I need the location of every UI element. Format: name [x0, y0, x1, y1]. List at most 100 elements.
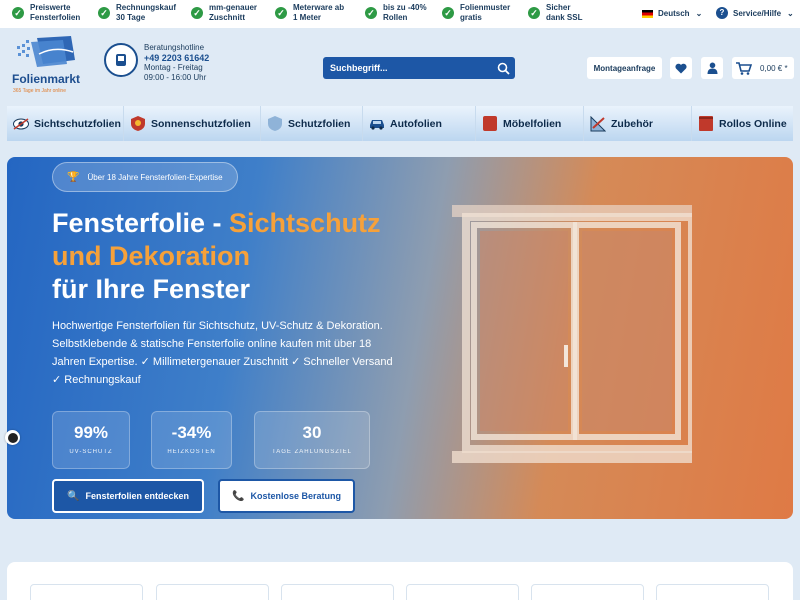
usp-line: mm-genauer	[209, 3, 258, 12]
usp-item: ✓ mm-genauer Zuschnitt	[191, 3, 279, 23]
search-icon: 🔍	[67, 490, 80, 502]
hotline-label: Beratungshotline	[144, 43, 205, 52]
badge-text: Über 18 Jahre Fensterfolien-Expertise	[87, 172, 223, 182]
expertise-badge: 🏆 Über 18 Jahre Fensterfolien-Expertise	[52, 162, 238, 192]
hero-banner: 🏆 Über 18 Jahre Fensterfolien-Expertise …	[7, 157, 793, 519]
help-icon: ?	[716, 7, 728, 19]
check-icon: ✓	[528, 7, 540, 19]
nav-item-schutzfolien[interactable]: Schutzfolien	[261, 106, 363, 141]
usp-bar: ✓ Preiswerte Fensterfolien ✓ Rechnungskau…	[0, 0, 800, 28]
shield-icon	[267, 116, 283, 132]
search-icon	[497, 62, 510, 75]
language-switcher[interactable]: Deutsch ⌄	[642, 9, 702, 18]
usp-line: bis zu -40%	[383, 3, 427, 12]
nav-label: Sichtschutzfolien	[34, 117, 121, 130]
nav-label: Autofolien	[390, 117, 442, 130]
usp-item: ✓ Meterware ab 1 Meter	[275, 3, 363, 23]
stat-value: 99%	[73, 423, 109, 442]
chevron-down-icon: ⌄	[787, 8, 794, 18]
stat-label: UV-SCHUTZ	[69, 449, 113, 455]
nav-label: Rollos Online	[719, 117, 787, 130]
usp-line: Sicher	[546, 3, 571, 12]
account-button[interactable]	[701, 57, 723, 79]
category-card[interactable]	[156, 584, 269, 600]
check-icon: ✓	[191, 7, 203, 19]
usp-item: ✓ Folienmuster gratis	[442, 3, 530, 23]
category-card[interactable]	[531, 584, 644, 600]
hero-description: Hochwertige Fensterfolien für Sichtschut…	[52, 320, 393, 386]
check-icon: ✓	[275, 7, 287, 19]
search-input[interactable]	[323, 57, 491, 79]
category-cards-section	[7, 562, 793, 600]
eye-icon	[13, 116, 29, 132]
discover-films-button[interactable]: 🔍 Fensterfolien entdecken	[52, 479, 204, 513]
category-card[interactable]	[656, 584, 769, 600]
service-label: Service/Hilfe	[733, 8, 782, 18]
nav-item-autofolien[interactable]: Autofolien	[363, 106, 476, 141]
title-part: für Ihre Fenster	[52, 274, 251, 304]
nav-label: Sonnenschutzfolien	[151, 117, 251, 130]
sun-shield-icon	[130, 116, 146, 132]
cart-button[interactable]: 0,00 € *	[732, 57, 794, 79]
usp-line: Rollen	[383, 13, 408, 22]
usp-item: ✓ bis zu -40% Rollen	[365, 3, 453, 23]
cart-total: 0,00 € *	[760, 63, 788, 73]
nav-item-sonnenschutzfolien[interactable]: Sonnenschutzfolien	[124, 106, 261, 141]
title-accent: Sichtschutz	[229, 208, 381, 238]
usp-line: Fensterfolien	[30, 13, 81, 22]
nav-item-rollos-online[interactable]: Rollos Online	[692, 106, 793, 141]
hotline-number[interactable]: +49 2203 61642	[144, 53, 224, 63]
cookie-icon	[7, 432, 18, 443]
cookie-settings-button[interactable]	[5, 430, 20, 445]
category-nav: Sichtschutzfolien Sonnenschutzfolien Sch…	[7, 106, 793, 141]
service-help-menu[interactable]: ? Service/Hilfe ⌄	[716, 7, 794, 19]
usp-line: Zuschnitt	[209, 13, 245, 22]
check-icon: ✓	[365, 7, 377, 19]
button-label: Fensterfolien entdecken	[85, 491, 189, 501]
usp-line: dank SSL	[546, 13, 583, 22]
nav-item-zubehoer[interactable]: Zubehör	[584, 106, 692, 141]
usp-line: 30 Tage	[116, 13, 146, 22]
language-label: Deutsch	[658, 9, 690, 18]
phone-icon	[104, 43, 138, 77]
nav-item-moebelfolien[interactable]: Möbelfolien	[476, 106, 584, 141]
search-button[interactable]	[491, 57, 515, 79]
title-accent: und Dekoration	[52, 241, 251, 271]
nav-item-sichtschutzfolien[interactable]: Sichtschutzfolien	[7, 106, 124, 141]
logo-tagline: 365 Tage im Jahr online	[13, 88, 66, 94]
furniture-icon	[482, 116, 498, 132]
category-card[interactable]	[406, 584, 519, 600]
category-card[interactable]	[30, 584, 143, 600]
cart-icon	[736, 61, 752, 75]
stat-zahlungsziel: 30 TAGE ZAHLUNGSZIEL	[254, 411, 370, 469]
wishlist-button[interactable]	[670, 57, 692, 79]
heart-icon	[675, 63, 687, 73]
check-icon: ✓	[442, 7, 454, 19]
blind-icon	[698, 116, 714, 132]
logo[interactable]: Folienmarkt 365 Tage im Jahr online	[12, 34, 82, 96]
check-icon: ✓	[12, 7, 24, 19]
usp-item: ✓ Rechnungskauf 30 Tage	[98, 3, 186, 23]
nav-label: Zubehör	[611, 117, 653, 130]
usp-line: Meterware ab	[293, 3, 345, 12]
chevron-down-icon: ⌄	[695, 9, 703, 18]
usp-line: gratis	[460, 13, 482, 22]
usp-line: Rechnungskauf	[116, 3, 177, 12]
usp-line: Preiswerte	[30, 3, 71, 12]
car-icon	[369, 116, 385, 132]
hotline[interactable]: Beratungshotline +49 2203 61642 Montag -…	[104, 43, 209, 82]
free-consultation-button[interactable]: 📞 Kostenlose Beratung	[218, 479, 355, 513]
usp-item: ✓ Sicher dank SSL	[528, 3, 616, 23]
hotline-days: Montag - Freitag	[144, 63, 203, 72]
usp-line: 1 Meter	[293, 13, 322, 22]
usp-item: ✓ Preiswerte Fensterfolien	[12, 3, 100, 23]
nav-label: Schutzfolien	[288, 117, 351, 130]
hotline-hours: 09:00 - 16:00 Uhr	[144, 73, 207, 82]
user-icon	[707, 62, 717, 74]
usp-line: Folienmuster	[460, 3, 511, 12]
trophy-icon: 🏆	[67, 171, 80, 183]
search-bar	[323, 57, 515, 79]
category-card[interactable]	[281, 584, 394, 600]
montage-request-button[interactable]: Montageanfrage	[587, 57, 662, 79]
stat-value: -34%	[171, 423, 212, 442]
